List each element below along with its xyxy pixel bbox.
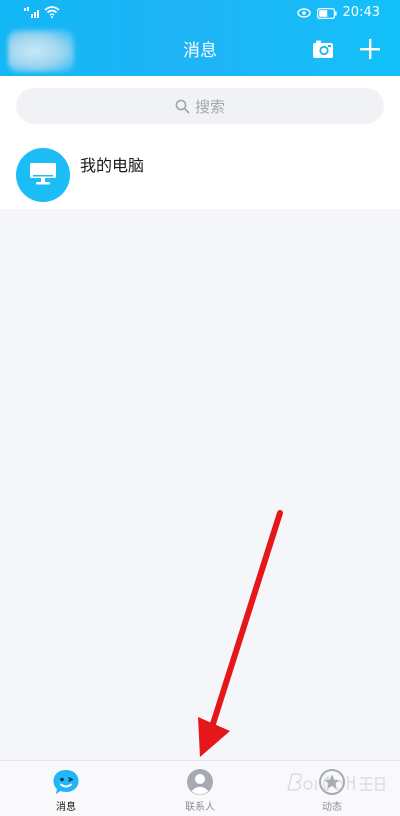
monitor-icon: [30, 163, 56, 185]
status-right: 20:43: [296, 5, 380, 21]
eye-icon: [296, 8, 311, 18]
signal-icon: [24, 7, 39, 18]
conversation-avatar: [16, 148, 70, 202]
battery-icon: [316, 7, 337, 19]
search-input[interactable]: 搜索: [16, 88, 384, 124]
plus-icon[interactable]: [359, 38, 381, 60]
page-title: 消息: [183, 41, 217, 61]
status-time: 20:43: [342, 5, 380, 20]
tab-messages[interactable]: 消息: [21, 767, 111, 815]
contact-person-icon: [187, 769, 213, 795]
annotation-arrow: [198, 510, 283, 757]
chat-bubble-icon: [53, 770, 79, 794]
conversation-item-my-computer[interactable]: 我的电脑: [0, 144, 400, 209]
wifi-icon: [44, 6, 60, 18]
camera-icon[interactable]: [312, 38, 334, 60]
tab-label: 动态: [322, 802, 342, 813]
conversation-name: 我的电脑: [80, 156, 145, 175]
status-bar: 20:43: [0, 0, 400, 26]
search-placeholder: 搜索: [194, 97, 225, 116]
app-header: 20:43 消息: [0, 0, 400, 76]
status-left: [24, 6, 60, 18]
watermark-logo: [287, 773, 385, 791]
conversation-panel: 搜索 我的电脑: [0, 76, 400, 209]
tab-label: 联系人: [185, 802, 215, 813]
tab-label: 消息: [56, 802, 76, 813]
tab-contacts[interactable]: 联系人: [155, 767, 245, 815]
title-bar: 消息: [0, 26, 400, 76]
search-icon: [175, 99, 190, 113]
